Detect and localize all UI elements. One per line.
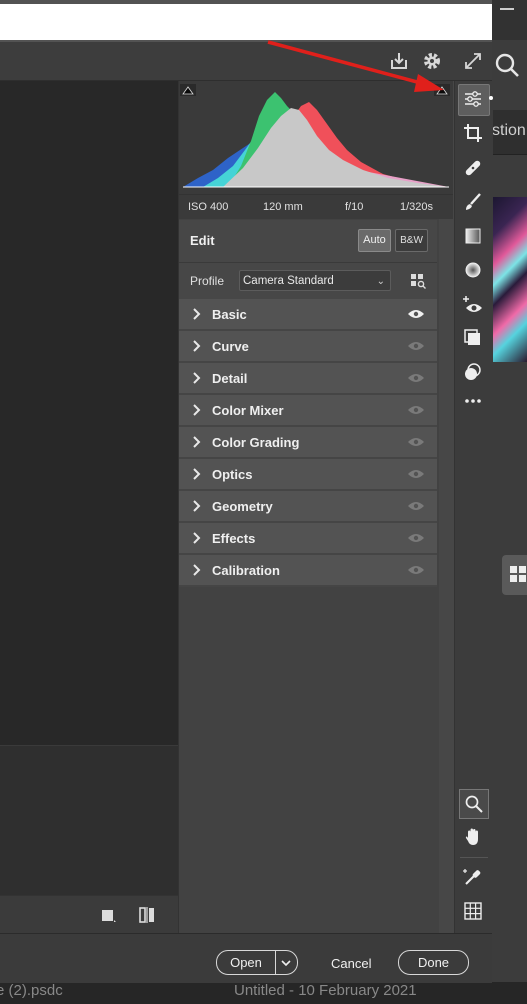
background-titlebar [492, 0, 527, 40]
profile-label: Profile [190, 274, 225, 288]
chevron-right-icon [193, 500, 201, 512]
red-eye-icon[interactable] [459, 291, 487, 319]
profile-select-value: Camera Standard [243, 275, 334, 287]
done-button[interactable]: Done [398, 950, 469, 975]
eye-icon[interactable] [407, 308, 425, 320]
focal-length-value: 120 mm [263, 201, 303, 213]
profile-browser-icon[interactable] [410, 273, 426, 289]
chevron-right-icon [193, 308, 201, 320]
dialog-footer: Open Cancel Done [0, 933, 492, 983]
presets-icon[interactable] [459, 358, 487, 386]
section-calibration[interactable]: Calibration [179, 555, 437, 587]
shadow-clipping-icon[interactable] [180, 84, 196, 96]
shutter-value: 1/320s [400, 201, 434, 213]
aperture-value: f/10 [345, 201, 364, 213]
document-tab[interactable]: e (2).psdc [0, 982, 63, 999]
zoom-icon[interactable] [459, 789, 489, 819]
background-document-tabs: e (2).psdc Untitled - 10 February 2021 [0, 982, 527, 1004]
chevron-right-icon [193, 564, 201, 576]
chevron-right-icon [193, 372, 201, 384]
healing-icon[interactable] [459, 154, 487, 182]
active-indicator-dot [489, 96, 493, 100]
camera-info: ISO 400 120 mm f/10 1/320s [179, 194, 453, 219]
open-button-group: Open [216, 950, 298, 975]
search-icon[interactable] [494, 52, 520, 78]
open-divider [275, 951, 276, 974]
section-effects[interactable]: Effects [179, 523, 437, 555]
hand-icon[interactable] [459, 823, 487, 851]
section-label: Basic [212, 307, 247, 322]
iso-value: ISO 400 [188, 201, 229, 213]
section-color-grading[interactable]: Color Grading [179, 427, 437, 459]
section-curve[interactable]: Curve [179, 331, 437, 363]
cancel-button[interactable]: Cancel [331, 956, 371, 971]
grid-icon [510, 566, 526, 582]
section-label: Curve [212, 339, 249, 354]
canvas-bottom-bar [0, 895, 178, 934]
crop-icon[interactable] [459, 119, 487, 147]
more-icon[interactable] [459, 387, 487, 415]
edit-sliders-icon[interactable] [459, 85, 487, 113]
chevron-down-icon[interactable] [279, 956, 293, 970]
eye-icon[interactable] [407, 500, 425, 512]
chevron-right-icon [193, 404, 201, 416]
section-label: Calibration [212, 563, 280, 578]
eye-icon[interactable] [407, 340, 425, 352]
section-color-mixer[interactable]: Color Mixer [179, 395, 437, 427]
open-button[interactable]: Open [217, 951, 275, 974]
chevron-right-icon [193, 468, 201, 480]
annotation-arrow [267, 40, 444, 92]
profile-row: Profile Camera Standard ⌄ [179, 262, 437, 299]
eye-icon[interactable] [407, 532, 425, 544]
image-canvas[interactable] [0, 81, 178, 745]
eye-icon[interactable] [407, 372, 425, 384]
eye-icon[interactable] [407, 404, 425, 416]
eye-icon[interactable] [407, 436, 425, 448]
chevron-right-icon [193, 340, 201, 352]
section-label: Optics [212, 467, 253, 482]
linear-gradient-icon[interactable] [459, 222, 487, 250]
minimize-icon[interactable] [500, 8, 514, 10]
fullscreen-icon[interactable] [460, 48, 486, 74]
filmstrip-area [0, 745, 178, 896]
black-white-button[interactable]: B&W [395, 229, 428, 252]
section-geometry[interactable]: Geometry [179, 491, 437, 523]
auto-button[interactable]: Auto [358, 229, 391, 252]
edit-title: Edit [190, 233, 215, 248]
snapshots-icon[interactable] [459, 324, 487, 352]
title-field [0, 4, 492, 40]
section-label: Color Grading [212, 435, 300, 450]
background-panel-label: stion [492, 122, 526, 139]
section-label: Effects [212, 531, 256, 546]
brush-icon[interactable] [459, 188, 487, 216]
grid-overlay-icon[interactable] [459, 897, 487, 925]
section-optics[interactable]: Optics [179, 459, 437, 491]
section-label: Color Mixer [212, 403, 284, 418]
edit-header: Edit Auto B&W [179, 220, 437, 262]
section-label: Geometry [212, 499, 273, 514]
chevron-down-icon: ⌄ [376, 276, 385, 287]
profile-select[interactable]: Camera Standard ⌄ [239, 270, 391, 291]
chevron-right-icon [193, 532, 201, 544]
section-basic[interactable]: Basic [179, 299, 437, 331]
chevron-right-icon [193, 436, 201, 448]
background-image-thumbnail [492, 197, 527, 362]
section-detail[interactable]: Detail [179, 363, 437, 395]
radial-gradient-icon[interactable] [459, 256, 487, 284]
view-mode-icon[interactable] [100, 906, 118, 924]
toolbar-separator [460, 857, 488, 858]
document-tab[interactable]: Untitled - 10 February 2021 [234, 982, 417, 999]
section-label: Detail [212, 371, 248, 386]
eyedropper-icon[interactable] [459, 863, 487, 891]
before-after-icon[interactable] [138, 906, 156, 924]
eye-icon[interactable] [407, 468, 425, 480]
eye-icon[interactable] [407, 564, 425, 576]
grid-view-button[interactable] [502, 555, 527, 595]
histogram-graph [183, 92, 449, 188]
